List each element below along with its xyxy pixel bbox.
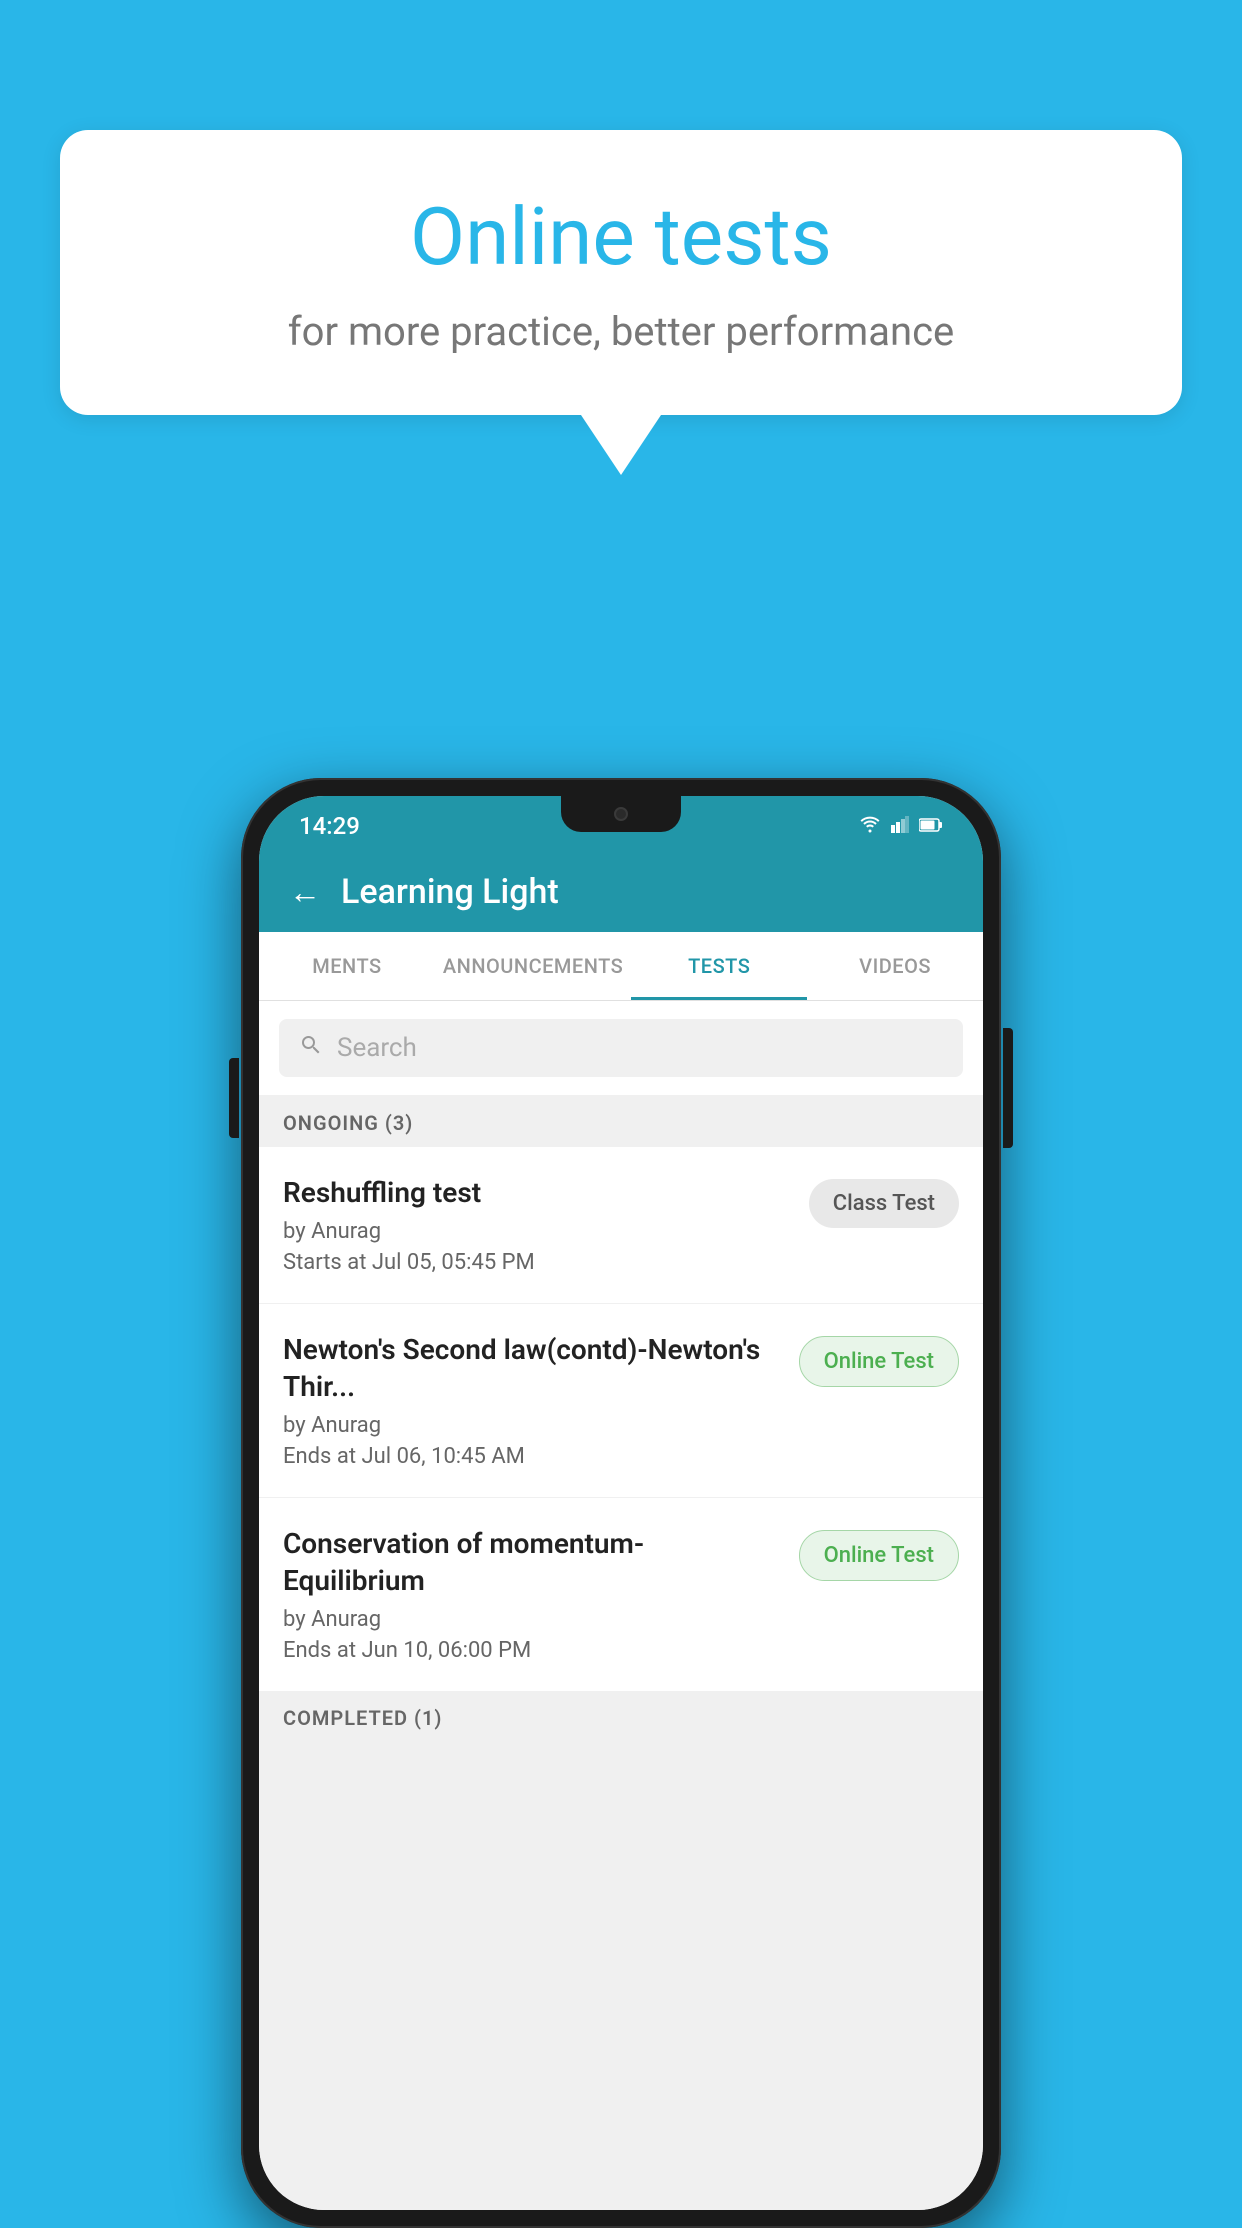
completed-section-header: COMPLETED (1)	[259, 1692, 983, 1740]
test-author: by Anurag	[283, 1413, 779, 1438]
phone-screen: 14:29	[259, 796, 983, 2210]
status-icons	[859, 815, 943, 837]
app-header: ← Learning Light	[259, 852, 983, 932]
promo-section: Online tests for more practice, better p…	[60, 130, 1182, 475]
test-date: Ends at Jul 06, 10:45 AM	[283, 1444, 779, 1469]
test-badge-class: Class Test	[809, 1179, 959, 1228]
battery-icon	[919, 817, 943, 836]
phone-mockup: 14:29	[241, 778, 1001, 2228]
promo-subtitle: for more practice, better performance	[140, 308, 1102, 355]
phone-frame: 14:29	[241, 778, 1001, 2228]
front-camera	[614, 807, 628, 821]
test-info: Newton's Second law(contd)-Newton's Thir…	[283, 1332, 799, 1469]
search-container: Search	[259, 1001, 983, 1095]
test-title: Newton's Second law(contd)-Newton's Thir…	[283, 1332, 779, 1405]
tab-announcements[interactable]: ANNOUNCEMENTS	[435, 932, 631, 1000]
ongoing-section-header: ONGOING (3)	[259, 1095, 983, 1147]
test-item[interactable]: Conservation of momentum-Equilibrium by …	[259, 1498, 983, 1692]
status-time: 14:29	[299, 812, 360, 840]
test-author: by Anurag	[283, 1219, 789, 1244]
test-author: by Anurag	[283, 1607, 779, 1632]
test-badge-online: Online Test	[799, 1336, 959, 1387]
tab-videos[interactable]: VIDEOS	[807, 932, 983, 1000]
search-placeholder: Search	[337, 1033, 417, 1063]
test-title: Reshuffling test	[283, 1175, 789, 1211]
promo-title: Online tests	[140, 190, 1102, 284]
back-button[interactable]: ←	[289, 873, 321, 911]
wifi-icon	[859, 815, 881, 837]
phone-notch	[561, 796, 681, 832]
tab-ments[interactable]: MENTS	[259, 932, 435, 1000]
test-item[interactable]: Newton's Second law(contd)-Newton's Thir…	[259, 1304, 983, 1498]
test-date: Starts at Jul 05, 05:45 PM	[283, 1250, 789, 1275]
test-badge-online-2: Online Test	[799, 1530, 959, 1581]
test-info: Reshuffling test by Anurag Starts at Jul…	[283, 1175, 809, 1275]
content-area: ONGOING (3) Reshuffling test by Anurag S…	[259, 1095, 983, 2210]
search-bar[interactable]: Search	[279, 1019, 963, 1077]
app-title: Learning Light	[341, 872, 559, 912]
test-item[interactable]: Reshuffling test by Anurag Starts at Jul…	[259, 1147, 983, 1304]
test-date: Ends at Jun 10, 06:00 PM	[283, 1638, 779, 1663]
test-info: Conservation of momentum-Equilibrium by …	[283, 1526, 799, 1663]
tab-tests[interactable]: TESTS	[631, 932, 807, 1000]
search-icon	[299, 1033, 323, 1063]
speech-bubble-arrow	[581, 415, 661, 475]
test-title: Conservation of momentum-Equilibrium	[283, 1526, 779, 1599]
signal-icon	[891, 815, 909, 837]
tabs-bar: MENTS ANNOUNCEMENTS TESTS VIDEOS	[259, 932, 983, 1001]
speech-bubble: Online tests for more practice, better p…	[60, 130, 1182, 415]
